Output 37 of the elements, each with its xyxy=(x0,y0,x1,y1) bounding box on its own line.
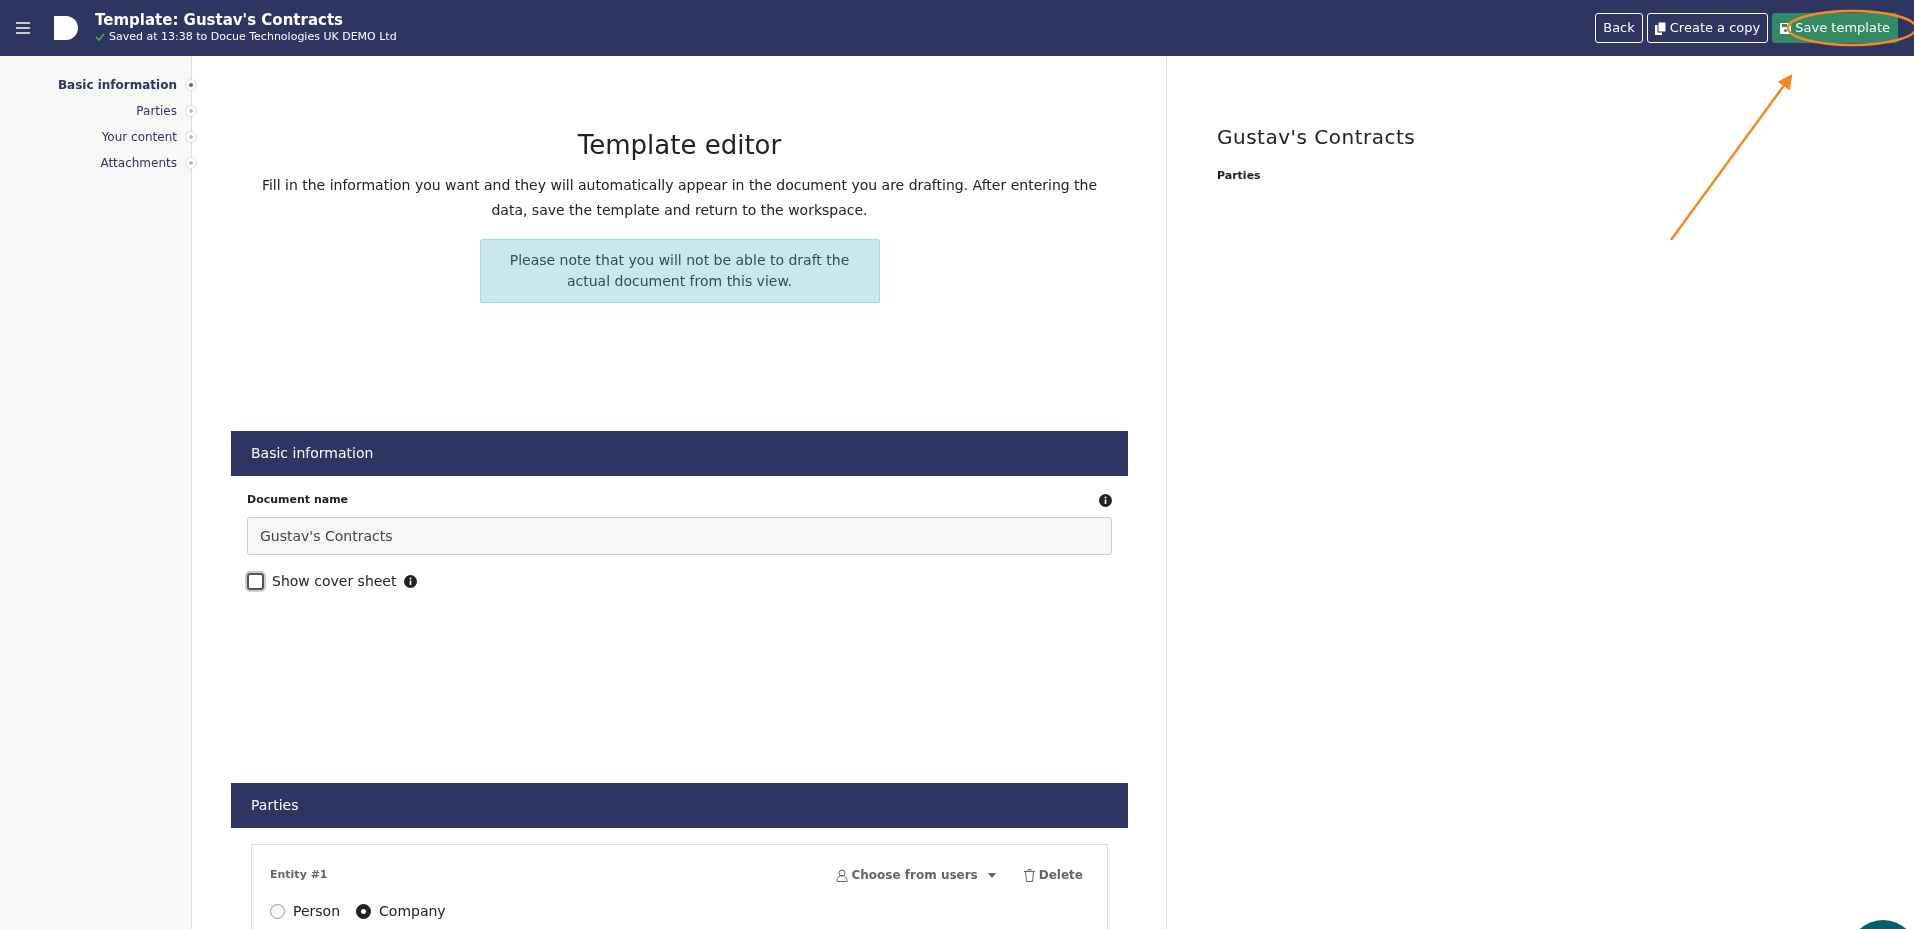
logo-icon xyxy=(54,16,79,40)
entity-title: Entity #1 xyxy=(270,866,328,883)
radio-button[interactable] xyxy=(270,904,285,919)
section-header: Basic information xyxy=(231,431,1128,476)
radio-label: Person xyxy=(293,902,341,921)
info-icon xyxy=(1099,493,1112,507)
sidebar-item[interactable]: Parties xyxy=(136,102,177,120)
info-icon xyxy=(404,574,418,588)
editor-title: Template editor xyxy=(576,129,783,162)
input-field[interactable]: Gustav's Contracts xyxy=(247,516,1112,555)
save-status: Saved at 13:38 to Docue Technologies UK DEMO Ltd xyxy=(109,28,397,45)
delete-button[interactable]: Delete xyxy=(1017,865,1089,885)
user-icon xyxy=(835,868,848,882)
sidebar-item[interactable]: Basic information xyxy=(57,76,177,94)
checkbox[interactable] xyxy=(247,572,264,590)
preview-heading: Parties xyxy=(1217,168,1262,184)
sidebar-item[interactable]: Attachments xyxy=(100,154,177,172)
save-icon xyxy=(1780,22,1792,34)
trash-icon xyxy=(1023,868,1035,882)
copy-icon xyxy=(1654,21,1666,35)
sidebar-item[interactable]: Your content xyxy=(101,128,177,146)
choose-users-dropdown[interactable]: Choose from users xyxy=(829,865,1002,885)
section-header: Parties xyxy=(231,783,1128,828)
preview-title: Gustav's Contracts xyxy=(1217,124,1417,151)
menu-icon[interactable] xyxy=(16,22,30,34)
save-button[interactable]: Save template xyxy=(1772,13,1898,43)
field-label: Document name xyxy=(247,492,349,508)
copy-button[interactable]: Create a copy xyxy=(1646,13,1769,43)
radio-label: Company xyxy=(379,902,446,921)
info-note: Please note that you will not be able to draft the actual document from this view. xyxy=(479,239,880,303)
caret-icon xyxy=(987,872,996,878)
radio-button[interactable] xyxy=(356,904,372,919)
editor-intro: Fill in the information you want and they will automatically appear in the document you are drafting. After entering the data, save the template and return to the workspace. xyxy=(260,176,1099,220)
check-icon xyxy=(95,33,105,41)
back-button[interactable]: Back xyxy=(1595,13,1643,43)
checkbox-label: Show cover sheet xyxy=(272,571,397,591)
document-title: Template: Gustav's Contracts xyxy=(95,10,344,29)
